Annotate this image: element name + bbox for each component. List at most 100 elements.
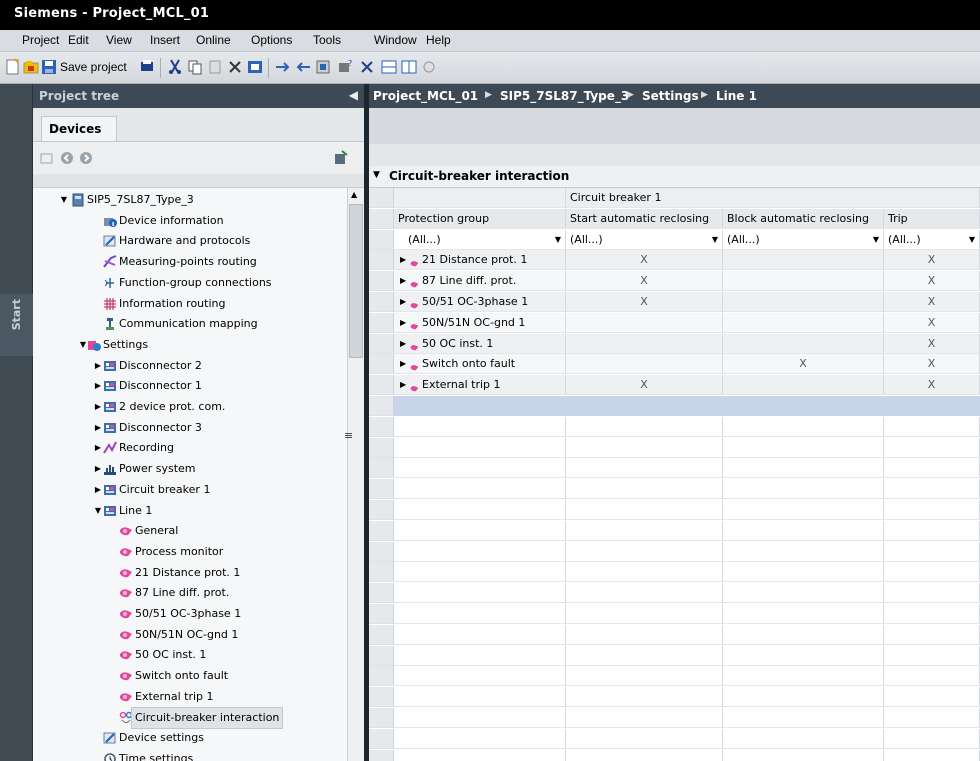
menu-insert[interactable]: Insert [150,33,180,47]
tree-item[interactable]: General [33,521,347,541]
trip-cell[interactable]: X [884,292,980,312]
scroll-up-icon[interactable]: ▲ [351,190,357,199]
menu-options[interactable]: Options [251,33,292,47]
tree-item[interactable]: Device settings [33,728,347,748]
tree-item[interactable]: ▼ Settings [33,335,347,355]
column-header-2[interactable]: Block automatic reclosing [723,208,884,229]
new-project-icon[interactable] [4,58,22,76]
new-row-selected[interactable] [394,396,980,416]
protection-group-cell[interactable]: ▶ 50/51 OC-3phase 1 [394,292,566,312]
block-cell[interactable] [723,333,884,354]
trip-cell[interactable]: X [884,271,980,292]
column-header-1[interactable]: Start automatic reclosing [566,208,723,229]
tree-item[interactable]: ▶ Disconnector 3 [33,418,347,438]
start-cell[interactable]: X [566,250,723,271]
collapse-panel-icon[interactable]: ◀ [349,88,358,102]
download-to-device-icon[interactable] [274,58,292,76]
upload-from-device-icon[interactable] [294,58,312,76]
add-folder-icon[interactable] [39,150,55,166]
tree-item[interactable]: External trip 1 [33,687,347,707]
expanded-arrow-icon[interactable]: ▼ [59,190,69,210]
breadcrumb-item[interactable]: Line 1 [716,89,757,103]
collapse-section-icon[interactable]: ▼ [373,170,380,180]
go-online-icon[interactable] [314,58,332,76]
trip-cell[interactable]: X [884,312,980,333]
block-cell[interactable] [723,292,884,312]
forward-icon[interactable] [78,150,94,166]
tree-item[interactable]: 21 Distance prot. 1 [33,563,347,583]
split-horizontal-icon[interactable] [380,58,398,76]
start-label[interactable]: Start [10,299,23,330]
print-icon[interactable] [138,58,156,76]
block-cell[interactable]: X [723,354,884,375]
start-cell[interactable]: X [566,292,723,312]
paste-icon[interactable] [206,58,224,76]
expand-arrow-icon[interactable]: ▶ [400,334,406,353]
tree-item[interactable]: ▶ 2 device prot. com. [33,397,347,417]
start-cell[interactable] [566,354,723,375]
expand-arrow-icon[interactable]: ▶ [400,354,406,373]
protection-group-cell[interactable]: ▶ 50N/51N OC-gnd 1 [394,312,566,333]
tree-item[interactable]: 50 OC inst. 1 [33,645,347,665]
trip-cell[interactable]: X [884,250,980,271]
dropdown-arrow-icon[interactable]: ▼ [969,230,975,249]
dropdown-arrow-icon[interactable]: ▼ [873,230,879,249]
expand-arrow-icon[interactable]: ▶ [400,271,406,290]
split-vertical-icon[interactable] [400,58,418,76]
collapsed-arrow-icon[interactable]: ▶ [93,376,103,396]
expand-arrow-icon[interactable]: ▶ [400,313,406,332]
back-icon[interactable] [59,150,75,166]
splitter-grip-icon[interactable]: ≡ [344,429,353,442]
tree-item[interactable]: Function-group connections [33,273,347,293]
collapsed-arrow-icon[interactable]: ▶ [93,418,103,438]
menu-view[interactable]: View [106,33,132,47]
save-icon[interactable] [40,58,58,76]
protection-group-cell[interactable]: ▶ 87 Line diff. prot. [394,271,566,292]
dropdown-arrow-icon[interactable]: ▼ [712,230,718,249]
menu-online[interactable]: Online [196,33,231,47]
tree-item[interactable]: Time settings [33,749,347,761]
collapsed-arrow-icon[interactable]: ▶ [93,480,103,500]
section-header[interactable]: ▼ Circuit-breaker interaction [369,166,980,188]
compile-icon[interactable] [246,58,264,76]
cut-icon[interactable] [166,58,184,76]
column-filter[interactable]: (All...) ▼ [566,229,723,250]
go-offline-icon[interactable] [420,58,438,76]
start-cell[interactable]: X [566,271,723,292]
open-project-icon[interactable] [22,58,40,76]
block-cell[interactable] [723,271,884,292]
column-header-0[interactable]: Protection group [394,208,566,229]
breadcrumb-item[interactable]: SIP5_7SL87_Type_3 [500,89,629,103]
delete-icon[interactable] [226,58,244,76]
start-cell[interactable] [566,312,723,333]
dropdown-arrow-icon[interactable]: ▼ [555,230,561,249]
tree-item[interactable]: ▶ Circuit breaker 1 [33,480,347,500]
copy-icon[interactable] [186,58,204,76]
tree-item[interactable]: Circuit-breaker interaction [33,706,347,729]
protection-group-cell[interactable]: ▶ 50 OC inst. 1 [394,333,566,354]
menu-edit[interactable]: Edit [68,33,89,47]
menu-tools[interactable]: Tools [313,33,341,47]
collapsed-arrow-icon[interactable]: ▶ [93,438,103,458]
expand-arrow-icon[interactable]: ▶ [400,375,406,394]
expand-arrow-icon[interactable]: ▶ [400,292,406,311]
menu-window[interactable]: Window [374,33,417,47]
column-filter[interactable]: (All...) ▼ [723,229,884,250]
tree-item[interactable]: ▶ Recording [33,438,347,458]
expanded-arrow-icon[interactable]: ▼ [93,501,103,521]
tree-item[interactable]: Information routing [33,294,347,314]
trip-cell[interactable]: X [884,354,980,375]
tree-item[interactable]: Measuring-points routing [33,252,347,272]
collapsed-arrow-icon[interactable]: ▶ [93,397,103,417]
tree-scrollbar[interactable]: ▲ [347,188,364,761]
tree-item[interactable]: Communication mapping [33,314,347,334]
tree-item[interactable]: Switch onto fault [33,666,347,686]
tree-item[interactable]: 50N/51N OC-gnd 1 [33,625,347,645]
protection-group-cell[interactable]: ▶ Switch onto fault [394,354,566,375]
menu-help[interactable]: Help [426,33,451,47]
tree-item[interactable]: ▶ Disconnector 2 [33,356,347,376]
tree-item[interactable]: ▶ Power system [33,459,347,479]
scrollbar-thumb[interactable] [349,204,363,358]
devices-tab[interactable]: Devices [41,116,117,141]
tree-item[interactable]: ▼ Line 1 [33,501,347,521]
